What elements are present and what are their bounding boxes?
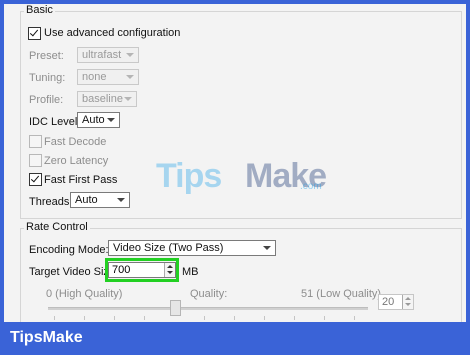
profile-select[interactable]: baseline [77, 91, 137, 107]
chevron-down-icon [124, 97, 132, 101]
tuning-select[interactable]: none [77, 69, 139, 85]
fast-decode-label: Fast Decode [44, 136, 107, 148]
tuning-value: none [82, 71, 107, 83]
spin-up-icon [167, 265, 173, 268]
watermark-com: .com [300, 181, 322, 192]
slider-tick [264, 316, 265, 320]
watermark-tips: Tips [156, 157, 222, 195]
quality-max-label: 51 (Low Quality) [301, 288, 382, 300]
slider-tick [114, 316, 115, 320]
fast-first-pass-checkbox[interactable] [29, 173, 42, 186]
threads-label: Threads [29, 196, 70, 208]
preset-select[interactable]: ultrafast [77, 47, 139, 63]
basic-group-title: Basic [24, 4, 55, 16]
chevron-down-icon [126, 53, 134, 57]
chevron-down-icon [117, 198, 125, 202]
slider-tick [84, 316, 85, 320]
chevron-down-icon [126, 75, 134, 79]
fast-first-pass-label: Fast First Pass [44, 174, 118, 186]
encoding-mode-select[interactable]: Video Size (Two Pass) [108, 240, 276, 256]
settings-panel: Basic Use advanced configuration Preset:… [4, 4, 466, 322]
fast-decode-checkbox[interactable] [29, 135, 42, 148]
target-size-spinner[interactable] [164, 263, 175, 277]
quality-value-input[interactable]: 20 [378, 294, 414, 310]
idc-level-select[interactable]: Auto [77, 112, 120, 128]
zero-latency-checkbox[interactable] [29, 154, 42, 167]
check-icon [29, 27, 39, 37]
check-icon [30, 173, 40, 183]
zero-latency-label: Zero Latency [44, 155, 109, 167]
quality-slider-thumb[interactable] [170, 300, 181, 316]
chevron-down-icon [107, 118, 115, 122]
target-size-input[interactable]: 700 [108, 262, 176, 278]
threads-select[interactable]: Auto [70, 192, 130, 208]
tuning-label: Tuning: [29, 72, 66, 84]
brand-logo-text: TipsMake [10, 329, 83, 346]
slider-tick [294, 316, 295, 320]
rate-control-title: Rate Control [24, 221, 90, 233]
slider-tick [144, 316, 145, 320]
quality-value: 20 [382, 296, 395, 308]
encoding-mode-label: Encoding Mode: [29, 244, 109, 256]
slider-tick [324, 316, 325, 320]
idc-level-label: IDC Level: [29, 116, 81, 128]
chevron-down-icon [263, 246, 271, 250]
spin-up-icon [405, 297, 411, 300]
target-size-value: 700 [112, 264, 131, 276]
threads-value: Auto [75, 194, 98, 206]
quality-label: Quality: [190, 288, 228, 300]
quality-min-label: 0 (High Quality) [46, 288, 123, 300]
slider-tick [354, 316, 355, 320]
profile-value: baseline [82, 93, 123, 105]
advanced-config-label: Use advanced configuration [44, 27, 181, 39]
slider-tick [204, 316, 205, 320]
target-size-unit: MB [182, 266, 199, 278]
slider-tick [234, 316, 235, 320]
preset-value: ultrafast [82, 49, 122, 61]
quality-slider-track[interactable] [48, 307, 368, 310]
slider-tick [54, 316, 55, 320]
profile-label: Profile: [29, 94, 64, 106]
advanced-config-checkbox[interactable] [28, 27, 41, 40]
spin-down-icon [405, 303, 411, 306]
preset-label: Preset: [29, 50, 64, 62]
encoding-mode-value: Video Size (Two Pass) [113, 242, 224, 254]
quality-spinner[interactable] [402, 295, 413, 309]
idc-level-value: Auto [82, 114, 105, 126]
spin-down-icon [167, 271, 173, 274]
